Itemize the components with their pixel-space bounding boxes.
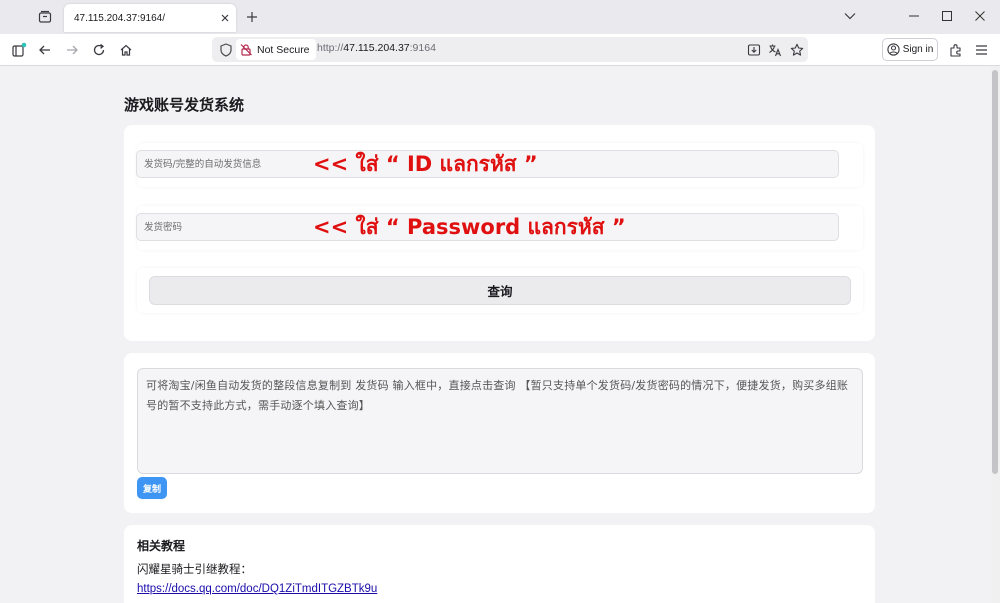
browser-toolbar: Not Secure http://47.115.204.37:9164 Sig… (0, 34, 1000, 66)
download-icon[interactable] (744, 40, 764, 60)
tutorial-heading: 相关教程 (137, 539, 186, 553)
page-viewport: 游戏账号发货系统 << ใส่ “ ID แลกรหัส ” << ใส่ “ … (0, 66, 1000, 603)
close-icon[interactable] (963, 4, 997, 28)
delivery-query-form: << ใส่ “ ID แลกรหัส ” << ใส่ “ Password … (124, 125, 875, 341)
sign-in-button[interactable]: Sign in (882, 38, 938, 61)
site-security-indicator[interactable]: Not Secure (236, 39, 316, 60)
shield-icon[interactable] (216, 39, 236, 60)
insecure-lock-icon (240, 43, 253, 56)
address-bar[interactable]: Not Secure http://47.115.204.37:9164 (212, 37, 808, 62)
arrow-left-icon[interactable] (33, 38, 57, 62)
delivery-password-input[interactable] (136, 213, 839, 241)
page-title: 游戏账号发货系统 (124, 96, 245, 114)
tutorial-label: 闪耀星骑士引继教程： (137, 562, 252, 576)
arrow-right-icon[interactable] (60, 38, 84, 62)
scrollbar-thumb[interactable] (992, 70, 998, 474)
star-icon[interactable] (787, 40, 807, 60)
copy-info-card: 可将淘宝/闲鱼自动发货的整段信息复制到 发货码 输入框中，直接点击查询 【暂只支… (124, 353, 875, 513)
tab-list-icon[interactable] (33, 6, 57, 28)
tutorial-link[interactable]: https://docs.qq.com/doc/DQ1ZiTmdITGZBTk9… (137, 583, 377, 595)
security-label: Not Secure (257, 43, 310, 56)
puzzle-icon[interactable] (944, 38, 968, 62)
browser-tab-strip: 47.115.204.37:9164/ (0, 0, 1000, 34)
chevron-down-icon[interactable] (833, 4, 867, 28)
browser-tab-active[interactable]: 47.115.204.37:9164/ (64, 4, 236, 32)
tutorial-card: 相关教程 闪耀星骑士引继教程： https://docs.qq.com/doc/… (124, 525, 875, 603)
hamburger-menu-icon[interactable] (969, 38, 993, 62)
home-icon[interactable] (114, 38, 138, 62)
translate-icon[interactable] (765, 40, 785, 60)
tab-title: 47.115.204.37:9164/ (74, 12, 166, 24)
sign-in-label: Sign in (902, 44, 934, 55)
query-button[interactable]: 查询 (149, 276, 851, 305)
close-icon[interactable] (214, 7, 236, 29)
minimize-icon[interactable] (897, 4, 931, 28)
page-scrollbar[interactable] (990, 66, 1000, 603)
sidebar-icon[interactable] (7, 38, 31, 62)
url-text[interactable]: http://47.115.204.37:9164 (317, 42, 436, 54)
copy-info-textarea[interactable]: 可将淘宝/闲鱼自动发货的整段信息复制到 发货码 输入框中，直接点击查询 【暂只支… (137, 368, 863, 474)
maximize-icon[interactable] (930, 4, 964, 28)
url-port: :9164 (409, 42, 436, 54)
reload-icon[interactable] (87, 38, 111, 62)
delivery-code-input[interactable] (136, 150, 839, 178)
account-icon (887, 43, 900, 56)
url-host: 47.115.204.37 (343, 42, 410, 54)
copy-button[interactable]: 复制 (137, 477, 167, 499)
url-scheme: http:// (317, 42, 344, 54)
plus-icon[interactable] (241, 6, 263, 28)
